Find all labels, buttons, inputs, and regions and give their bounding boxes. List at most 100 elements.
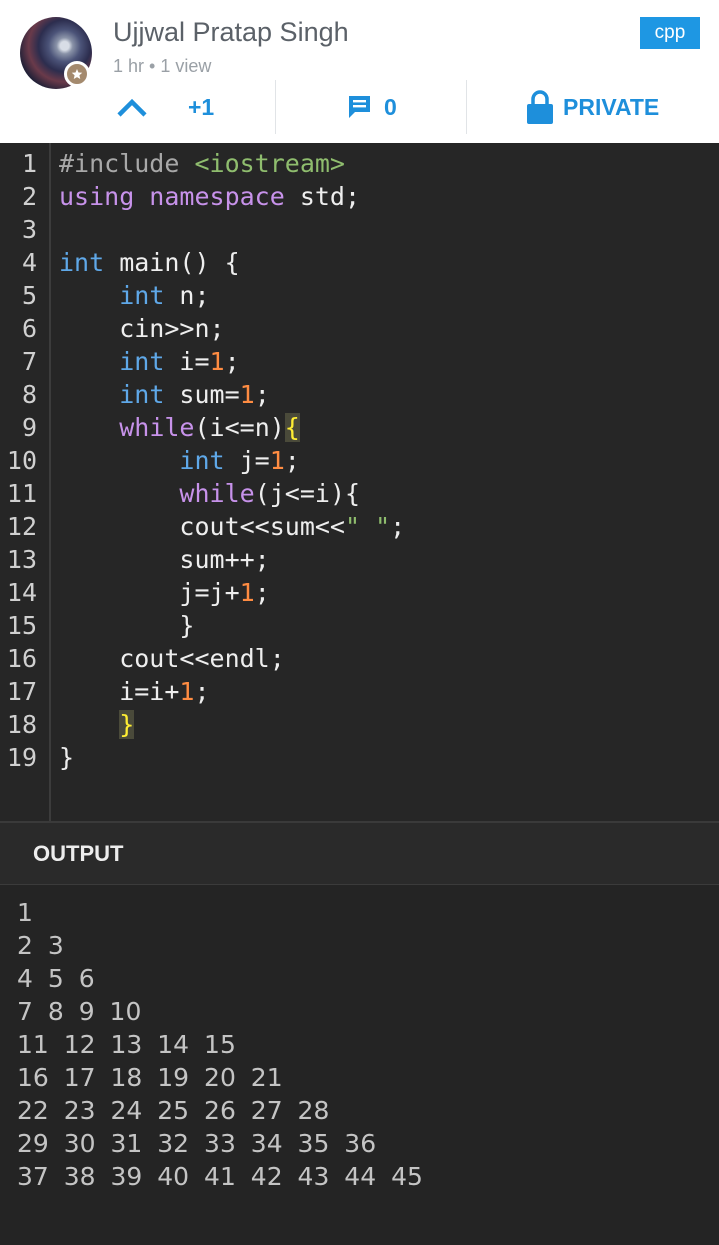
code-token: (j<=i){: [254, 479, 361, 508]
code-text: sum++;: [59, 543, 270, 576]
post-header: Ujjwal Pratap Singh 1 hr • 1 view cpp +1…: [0, 0, 719, 143]
code-text: cout<<endl;: [59, 642, 285, 675]
code-token: (i<=n): [194, 413, 285, 442]
output-line: 1: [17, 898, 33, 927]
code-token: int: [119, 347, 165, 376]
code-token: {: [284, 413, 300, 442]
code-text: int main() {: [59, 246, 240, 279]
output-line: 7 8 9 10: [17, 997, 142, 1026]
user-name[interactable]: Ujjwal Pratap Singh: [113, 17, 349, 48]
comments-button[interactable]: [347, 80, 372, 134]
code-text: int n;: [59, 279, 210, 312]
code-token: while: [119, 413, 195, 442]
output-header: OUTPUT: [0, 823, 719, 884]
code-token: n;: [164, 281, 210, 310]
line-number: 11: [6, 479, 37, 508]
code-token: while: [179, 479, 255, 508]
code-editor[interactable]: 1 #include <iostream> 2 using namespace std…: [0, 143, 719, 821]
code-token: cout<<endl;: [59, 644, 285, 673]
code-text: int i=1;: [59, 345, 240, 378]
line-number: 17: [6, 677, 37, 706]
code-line: 2 using namespace std;: [0, 180, 719, 213]
code-text: while(i<=n){: [59, 411, 300, 444]
code-token: j=: [224, 446, 270, 475]
line-number: 14: [6, 578, 37, 607]
code-token: }: [119, 710, 135, 739]
line-number: 7: [21, 347, 37, 376]
privacy-button[interactable]: [526, 80, 554, 134]
code-token: i=i+: [59, 677, 180, 706]
code-line: 10 int j=1;: [0, 444, 719, 477]
post-meta: 1 hr • 1 view: [113, 56, 212, 76]
output-line: 4 5 6: [17, 964, 95, 993]
line-number: 8: [21, 380, 37, 409]
code-line: 17 i=i+1;: [0, 675, 719, 708]
line-number: 5: [21, 281, 37, 310]
code-token: }: [59, 611, 195, 640]
code-token: ;: [224, 347, 240, 376]
code-line: 18 }: [0, 708, 719, 741]
output-line: 11 12 13 14 15: [17, 1030, 236, 1059]
comment-icon: [349, 96, 370, 118]
privacy-label: PRIVATE: [563, 93, 660, 120]
vote-count: +1: [188, 93, 215, 120]
output-line: 16 17 18 19 20 21: [17, 1063, 283, 1092]
code-text: while(j<=i){: [59, 477, 360, 510]
output-line: 37 38 39 40 41 42 43 44 45: [17, 1162, 423, 1191]
code-line: 9 while(i<=n){: [0, 411, 719, 444]
code-text: cout<<sum<<" ";: [59, 510, 405, 543]
code-token: cin>>n;: [59, 314, 225, 343]
code-line: 16 cout<<endl;: [0, 642, 719, 675]
code-token: main() {: [104, 248, 240, 277]
code-token: int: [179, 446, 225, 475]
line-number: 13: [6, 545, 37, 574]
code-text: j=j+1;: [59, 576, 270, 609]
code-line: 3: [0, 213, 719, 246]
code-token: ;: [194, 677, 210, 706]
code-line: 8 int sum=1;: [0, 378, 719, 411]
line-number: 16: [6, 644, 37, 673]
upvote-icon: [117, 98, 147, 117]
line-number: 18: [6, 710, 37, 739]
code-token: cout<<sum<<: [59, 512, 345, 541]
code-token: i=: [164, 347, 210, 376]
code-token: using namespace: [59, 182, 285, 211]
output-title: OUTPUT: [33, 841, 124, 866]
code-line: 14 j=j+1;: [0, 576, 719, 609]
code-token: int: [119, 281, 165, 310]
code-token: <iostream>: [194, 149, 345, 178]
code-line: 1 #include <iostream>: [0, 147, 719, 180]
output-line: 2 3: [17, 931, 64, 960]
code-line: 11 while(j<=i){: [0, 477, 719, 510]
code-text: cin>>n;: [59, 312, 225, 345]
code-line: 19}: [0, 741, 719, 774]
line-number: 6: [21, 314, 37, 343]
line-number: 10: [6, 446, 37, 475]
line-number: 9: [21, 413, 37, 442]
upvote-button[interactable]: [116, 80, 148, 134]
code-token: j=j+: [59, 578, 240, 607]
line-number: 2: [21, 182, 37, 211]
line-number: 19: [6, 743, 37, 772]
comment-count: 0: [384, 93, 397, 120]
code-token: ;: [254, 578, 270, 607]
code-token: }: [59, 743, 75, 772]
code-line: 5 int n;: [0, 279, 719, 312]
language-badge: cpp: [640, 17, 700, 49]
code-token: int: [119, 380, 165, 409]
output-line: 22 23 24 25 26 27 28: [17, 1096, 330, 1125]
code-token: sum++;: [59, 545, 270, 574]
code-text: #include <iostream>: [59, 147, 345, 180]
code-token: ;: [390, 512, 406, 541]
code-line: 12 cout<<sum<<" ";: [0, 510, 719, 543]
line-number: 15: [6, 611, 37, 640]
code-text: }: [59, 741, 74, 774]
code-text: }: [59, 708, 135, 741]
line-number: 3: [21, 215, 37, 244]
code-token: int: [59, 248, 105, 277]
